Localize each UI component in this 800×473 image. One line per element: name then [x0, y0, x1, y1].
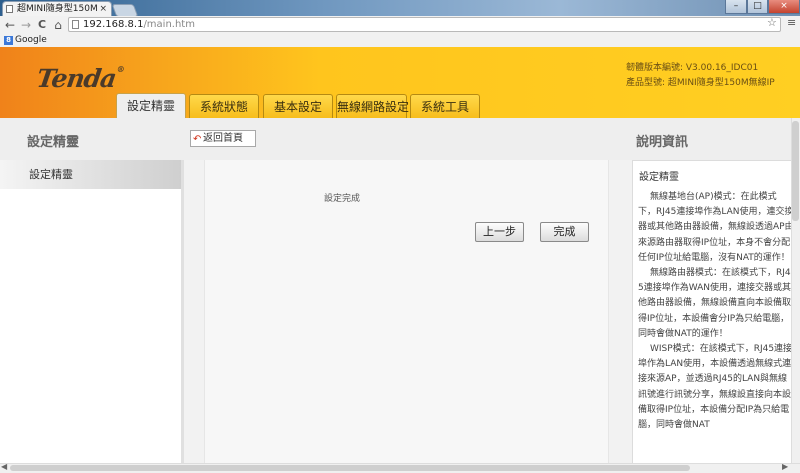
help-paragraph-wisp: WISP模式：在該模式下，RJ45連接埠作為LAN使用，本設備透過無線式連接來源… — [638, 344, 793, 431]
url-path: /main.htm — [143, 19, 195, 30]
bookmark-google[interactable]: Google — [15, 35, 47, 45]
bookmark-star-icon[interactable]: ☆ — [767, 16, 777, 29]
finish-button[interactable]: 完成 — [540, 222, 589, 242]
tab-wireless-settings[interactable]: 無線網路設定 — [336, 94, 409, 118]
tab-setup-wizard[interactable]: 設定精靈 — [116, 93, 186, 118]
page-icon — [72, 20, 79, 29]
address-bar[interactable]: 192.168.8.1/main.htm — [68, 17, 781, 32]
page-icon — [6, 5, 13, 13]
back-home-button[interactable]: ↶ 返回首頁 — [190, 130, 256, 147]
sidebar — [0, 160, 181, 463]
horizontal-scroll-thumb[interactable] — [10, 465, 690, 471]
setup-complete-text: 設定完成 — [324, 194, 361, 204]
browser-tab[interactable]: 超MINI隨身型150M × — [2, 1, 112, 16]
tab-basic-settings[interactable]: 基本設定 — [263, 94, 333, 118]
left-section-heading: 設定精靈 — [27, 135, 80, 150]
help-title: 設定精靈 — [639, 172, 679, 183]
help-text: 無線基地台(AP)模式：在此模式下，RJ45連接埠作為LAN使用，連交換器或其他… — [638, 190, 794, 460]
return-arrow-icon: ↶ — [193, 134, 202, 145]
home-icon[interactable]: ⌂ — [51, 16, 65, 34]
window-close-button[interactable]: × — [768, 0, 800, 14]
help-paragraph-ap: 無線基地台(AP)模式：在此模式下，RJ45連接埠作為LAN使用，連交換器或其他… — [638, 192, 794, 263]
tab-close-icon[interactable]: × — [99, 2, 107, 16]
scroll-right-icon[interactable]: ▶ — [782, 462, 788, 471]
back-home-label: 返回首頁 — [203, 133, 243, 144]
browser-menu-icon[interactable]: ≡ — [787, 16, 796, 29]
help-paragraph-router: 無線路由器模式：在該模式下，RJ45連接埠作為WAN使用，連接交器或其他路由器設… — [638, 268, 792, 339]
forward-arrow-icon[interactable]: → — [19, 16, 33, 34]
back-arrow-icon[interactable]: ← — [3, 16, 17, 34]
maximize-button[interactable]: □ — [747, 0, 768, 14]
url-host: 192.168.8.1 — [83, 19, 144, 30]
browser-tab-title: 超MINI隨身型150M — [17, 4, 98, 14]
logo-registered-mark: ® — [116, 64, 125, 74]
scroll-left-icon[interactable]: ◀ — [1, 462, 7, 471]
tab-system-tools[interactable]: 系統工具 — [410, 94, 480, 118]
tenda-logo: Tenda® — [35, 64, 125, 93]
firmware-version: 韌體版本編號: V3.00.16_IDC01 — [626, 63, 759, 73]
product-model: 產品型號: 超MINI隨身型150M無線IP — [626, 78, 775, 88]
main-content-panel — [204, 160, 609, 463]
vertical-scroll-thumb[interactable] — [792, 121, 799, 221]
minimize-button[interactable]: – — [725, 0, 747, 14]
help-heading: 說明資訊 — [636, 135, 689, 150]
logo-text: Tenda — [34, 64, 118, 93]
bookmarks-bar — [0, 34, 800, 48]
reload-icon[interactable]: C — [35, 16, 49, 34]
google-icon: 8 — [4, 36, 13, 45]
sidebar-item-setup-wizard[interactable]: 設定精靈 — [0, 160, 181, 189]
tab-system-status[interactable]: 系統狀態 — [189, 94, 259, 118]
previous-step-button[interactable]: 上一步 — [475, 222, 524, 242]
